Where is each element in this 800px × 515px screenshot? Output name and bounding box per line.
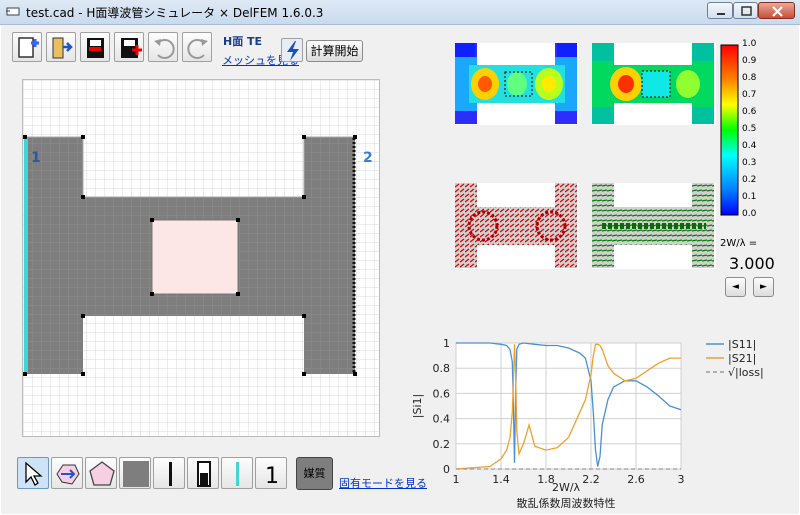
redo-icon: [187, 39, 208, 59]
svg-text:1: 1: [265, 464, 279, 489]
polygon-vertex-icon: [56, 464, 80, 485]
s-parameter-chart: 1 1.4 1.8 2.2 2.6 300.20.40.60.81 |S11||S21|√…: [411, 337, 764, 508]
number-one-icon: 1: [265, 464, 279, 489]
redo-button[interactable]: [182, 32, 212, 62]
colorbar-tick: 0.5: [742, 124, 757, 134]
close-button[interactable]: [758, 2, 795, 19]
calc-start-button[interactable]: 計算開始: [306, 40, 363, 62]
cursor-arrow-icon: [25, 461, 43, 486]
field-plot-2: [592, 43, 716, 125]
chart-y-label: |Si1|: [411, 394, 424, 418]
legend-label: |S11|: [728, 338, 756, 351]
port-number-button[interactable]: 1: [255, 457, 287, 489]
lightning-icon: [287, 41, 299, 61]
port2-label: 2: [363, 150, 373, 166]
chart-legend: |S11||S21|√|loss|: [706, 338, 764, 379]
rectangle-icon: [197, 461, 211, 487]
medium-button[interactable]: 媒質: [296, 457, 333, 490]
colorbar-tick: 0.7: [742, 90, 757, 100]
x-tick-label: 1: [453, 473, 460, 486]
colorbar-tick: 0.8: [742, 73, 757, 83]
cad-canvas[interactable]: 1 2: [22, 79, 380, 437]
minimize-button[interactable]: [707, 2, 733, 19]
port-edge-button[interactable]: [221, 457, 253, 489]
colorbar-tick: 0.1: [742, 192, 757, 202]
colorbar-ticks: 1.0 0.9 0.8 0.7 0.6 0.5 0.4 0.3 0.2 0.1 …: [742, 39, 782, 224]
colorbar-tick: 0.6: [742, 107, 757, 117]
window-title: test.cad - H面導波管シミュレータ × DelFEM 1.6.0.3: [26, 6, 324, 20]
undo-button[interactable]: [148, 32, 178, 62]
undo-icon: [154, 39, 175, 59]
colorbar-tick: 0.0: [742, 209, 757, 219]
colorbar-tick: 0.2: [742, 175, 757, 185]
field-plot-1: [455, 43, 579, 125]
gray-region-button[interactable]: [119, 457, 151, 489]
lightning-button[interactable]: [281, 38, 303, 62]
pentagon-icon: [89, 461, 115, 486]
y-tick-label: 0: [443, 463, 450, 476]
port1-label: 1: [31, 150, 41, 166]
maximize-icon: [741, 6, 752, 16]
add-vertex-button[interactable]: [51, 457, 83, 489]
title-bar: test.cad - H面導波管シミュレータ × DelFEM 1.6.0.3: [0, 0, 800, 25]
field-heatmap-1: [455, 43, 577, 124]
field-heatmap-2: [592, 43, 714, 124]
new-file-icon: [18, 37, 39, 58]
legend-label: |S21|: [728, 352, 756, 365]
maximize-button[interactable]: [733, 2, 758, 19]
open-button[interactable]: [46, 32, 76, 62]
frequency-label: 2W/λ =: [720, 238, 758, 249]
vector-plot-1: [455, 183, 579, 269]
freq-prev-button[interactable]: ◄: [725, 277, 746, 297]
new-button[interactable]: [12, 32, 42, 62]
mode-label: H面 TE: [223, 35, 263, 48]
save-as-icon: [121, 38, 142, 58]
frequency-value: 3.000: [729, 254, 775, 273]
y-tick-label: 1: [443, 337, 450, 350]
select-tool-button[interactable]: [17, 457, 49, 489]
minimize-icon: [717, 13, 725, 15]
y-tick-label: 0.2: [433, 438, 451, 451]
chart-grid: [455, 342, 682, 470]
legend-label: √|loss|: [728, 366, 764, 379]
freq-next-button[interactable]: ►: [753, 277, 774, 297]
x-tick-label: 2.2: [582, 473, 600, 486]
y-tick-label: 0.8: [433, 362, 451, 375]
close-icon: [772, 6, 783, 17]
colorbar-tick: 0.3: [742, 158, 757, 168]
save-button[interactable]: [80, 32, 110, 62]
cad-drawing: [23, 80, 379, 436]
client-area: H面 TE メッシュを見る 計算開始 1 2 1 媒質 固有モードを見る 1.0…: [1, 25, 799, 514]
save-as-button[interactable]: [114, 32, 144, 62]
vertical-line-icon: [169, 462, 172, 486]
open-icon: [52, 37, 73, 59]
wall-edge-button[interactable]: [153, 457, 185, 489]
chart-x-label: 2W/λ: [552, 481, 581, 494]
y-tick-label: 0.4: [433, 413, 451, 426]
cyan-line-icon: [236, 462, 239, 486]
plot-area: [455, 342, 682, 470]
x-tick-label: 1.4: [492, 473, 510, 486]
save-icon: [87, 38, 104, 58]
colorbar-tick: 1.0: [742, 39, 757, 49]
vector-plot-2: [592, 183, 716, 269]
gray-square-icon: [123, 461, 149, 487]
polygon-tool-button[interactable]: [85, 457, 117, 489]
x-tick-label: 2.6: [627, 473, 645, 486]
app-icon: [6, 7, 20, 16]
colorbar-tick: 0.4: [742, 141, 757, 151]
waveguide-edge-button[interactable]: [187, 457, 219, 489]
chart-title: 散乱係数周波数特性: [517, 496, 616, 508]
vector-field-green: [592, 183, 714, 268]
vector-field-red: [455, 183, 577, 268]
y-tick-label: 0.6: [433, 387, 451, 400]
colorbar-tick: 0.9: [742, 56, 757, 66]
x-tick-label: 3: [678, 473, 685, 486]
